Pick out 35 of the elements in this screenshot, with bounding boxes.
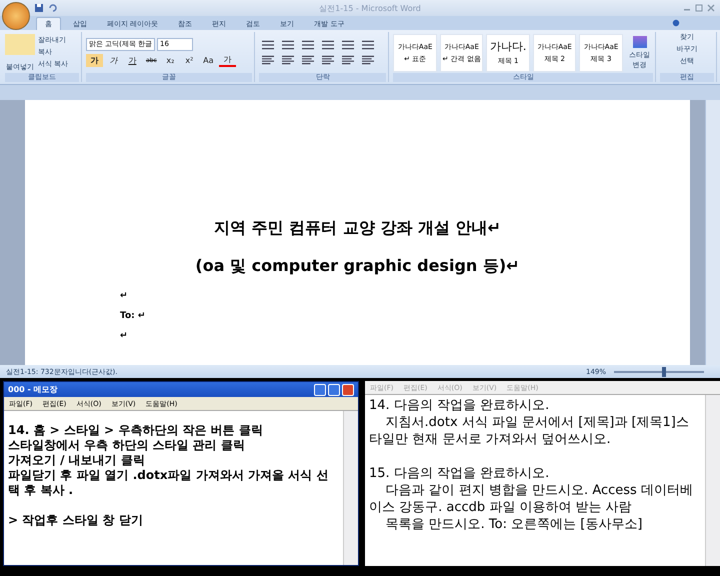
text-line: 15. 다음의 작업을 완료하시오. bbox=[369, 465, 550, 482]
paragraph: ↵ bbox=[119, 330, 129, 343]
paragraph: To: ↵ bbox=[119, 310, 146, 323]
format-button[interactable]: 가 bbox=[124, 54, 141, 67]
text-line: 14. 홈 > 스타일 > 우측하단의 작은 버튼 클릭 bbox=[8, 423, 264, 438]
minimize-button[interactable] bbox=[314, 384, 326, 396]
window-title: 실전1-15 - Microsoft Word bbox=[318, 2, 422, 14]
zoom-slider[interactable] bbox=[662, 366, 666, 376]
format-button[interactable]: 가 bbox=[218, 54, 236, 67]
office-button[interactable] bbox=[2, 2, 30, 30]
text-line: > 작업후 스타일 창 닫기 bbox=[8, 513, 144, 528]
format-button[interactable]: 가 bbox=[86, 54, 103, 67]
document-title: 지역 주민 컴퓨터 교양 강좌 개설 안내↵ bbox=[213, 218, 502, 239]
help-icon[interactable] bbox=[672, 19, 680, 27]
notepad-title: 000 - 메모장 bbox=[8, 384, 58, 395]
text-line: 파일닫기 후 파일 열기 .dotx파일 가져와서 가져올 서식 선택 후 복사 . bbox=[8, 468, 330, 498]
paragraph: ↵ bbox=[119, 290, 129, 303]
text-line: 지침서.dotx 서식 파일 문서에서 [제목]과 [제목1]스타일만 현재 문서로 가져와서 덮어쓰시오. bbox=[369, 414, 690, 448]
text-line: 가져오기 / 내보내기 클릭 bbox=[8, 453, 146, 468]
text-line: 다음과 같이 편지 병합을 만드시오. Access 데이터베이스 강동구. accdb 파일 이용하여 받는 사람 bbox=[369, 482, 694, 516]
text-line: 목록을 만드시오. To: 오른쪽에는 [동사무소] bbox=[384, 516, 644, 533]
format-button[interactable]: x² bbox=[180, 54, 198, 67]
undo-icon[interactable] bbox=[48, 3, 58, 13]
format-button[interactable]: x₂ bbox=[162, 54, 179, 67]
save-icon[interactable] bbox=[34, 3, 44, 13]
text-line: 스타일창에서 우측 하단의 스타일 관리 클릭 bbox=[8, 438, 246, 453]
close-button[interactable] bbox=[342, 384, 354, 396]
scrollbar[interactable] bbox=[343, 411, 358, 565]
text-line: 14. 다음의 작업을 완료하시오. bbox=[369, 397, 550, 414]
format-button[interactable]: 가 bbox=[104, 54, 122, 67]
scrollbar[interactable] bbox=[705, 395, 720, 566]
document-subtitle: (oa 및 computer graphic design 등)↵ bbox=[194, 256, 521, 277]
maximize-button[interactable] bbox=[328, 384, 340, 396]
scrollbar[interactable] bbox=[705, 100, 720, 365]
format-button[interactable]: Aa bbox=[200, 54, 217, 67]
